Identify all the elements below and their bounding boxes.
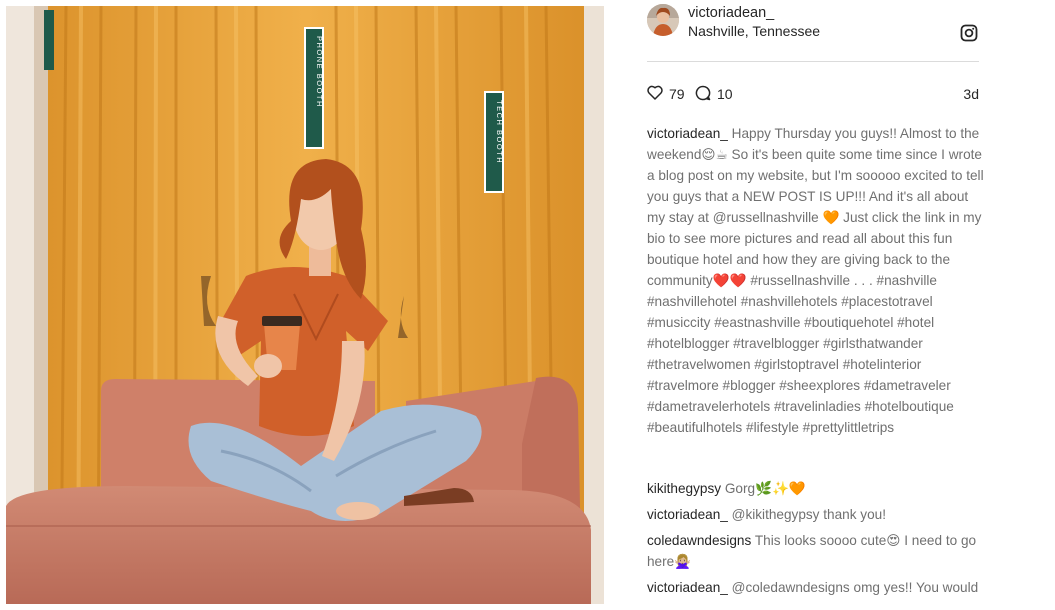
comment-item: coledawndesigns This looks soooo cute😍 I… [647,530,987,572]
post-caption: victoriadean_ Happy Thursday you guys!! … [647,123,987,438]
tech-booth-sign: TECH BOOTH [484,91,504,193]
like-count: 79 [669,86,685,102]
header-divider [647,61,979,62]
comment-username[interactable]: victoriadean_ [647,580,728,595]
caption-username[interactable]: victoriadean_ [647,126,728,141]
post-image: PHONE BOOTH TECH BOOTH [6,6,604,604]
comment-list: kikithegypsy Gorg🌿✨🧡 victoriadean_ @kiki… [647,478,987,603]
post-actions: 79 10 3d [647,84,979,104]
svg-text:TECH BOOTH: TECH BOOTH [495,100,504,164]
heart-outline-icon [647,85,663,103]
post-details-panel: victoriadean_ Nashville, Tennessee 79 10… [647,0,987,610]
comment-text: @kikithegypsy thank you! [731,507,886,522]
instagram-logo-icon[interactable] [960,24,978,42]
comment-item: kikithegypsy Gorg🌿✨🧡 [647,478,987,499]
like-button[interactable]: 79 [647,84,685,104]
comment-button[interactable]: 10 [695,84,733,104]
post-header: victoriadean_ Nashville, Tennessee [647,4,979,42]
avatar[interactable] [647,4,679,36]
comment-username[interactable]: victoriadean_ [647,507,728,522]
comment-username[interactable]: kikithegypsy [647,481,721,496]
comment-text: Gorg🌿✨🧡 [724,481,806,496]
comment-text: @coledawndesigns omg yes!! You would [731,580,979,595]
post-photo[interactable]: PHONE BOOTH TECH BOOTH [6,6,604,604]
caption-text: Happy Thursday you guys!! Almost to the … [647,126,984,435]
post-age[interactable]: 3d [963,86,979,102]
phone-booth-sign: PHONE BOOTH [304,27,324,149]
comment-count: 10 [717,86,733,102]
post-username[interactable]: victoriadean_ [688,5,774,21]
comment-username[interactable]: coledawndesigns [647,533,751,548]
post-location[interactable]: Nashville, Tennessee [688,23,820,39]
speech-bubble-icon [695,85,711,104]
svg-text:PHONE BOOTH: PHONE BOOTH [315,36,324,108]
comment-item: victoriadean_ @coledawndesigns omg yes!!… [647,577,987,598]
comment-item: victoriadean_ @kikithegypsy thank you! [647,504,987,525]
